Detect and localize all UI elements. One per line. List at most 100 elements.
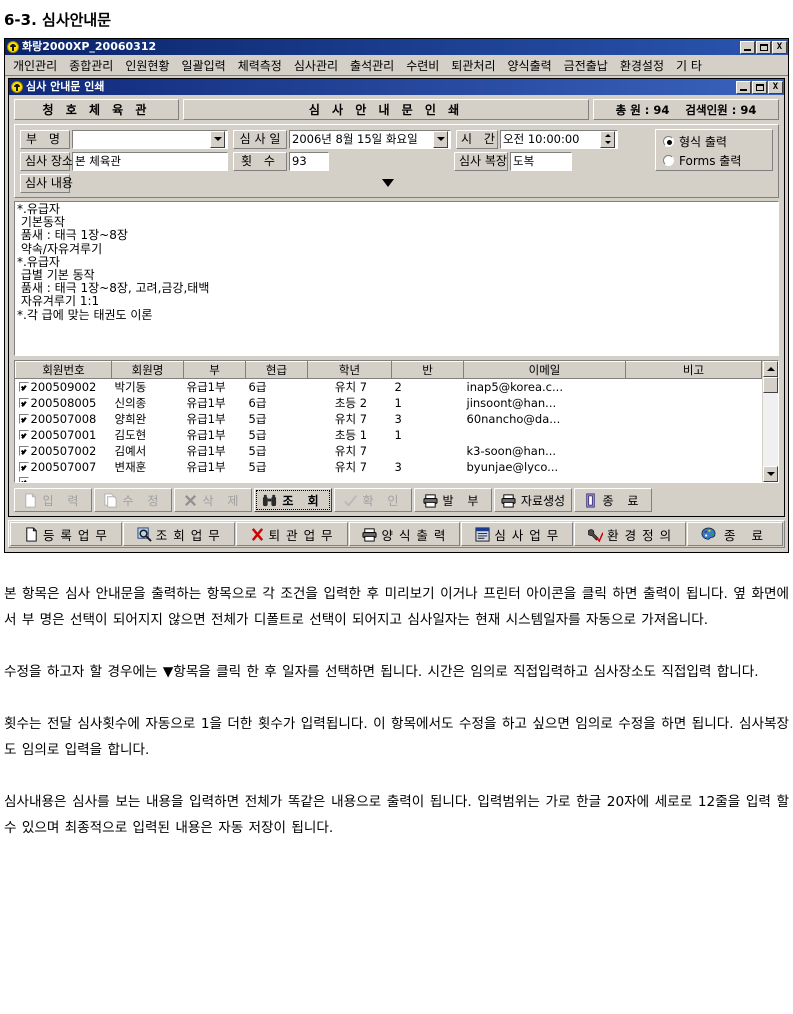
generate-data-button-label: 자료생성 — [520, 493, 566, 508]
scroll-down-icon[interactable] — [763, 466, 778, 482]
app-minimize-button[interactable] — [740, 40, 755, 54]
menu-item-fitness[interactable]: 체력측정 — [232, 55, 288, 76]
table-row[interactable]: 200508005 신의종 유급1부 6급 초등 2 1 jinsoont@ha… — [16, 395, 762, 411]
module-withdraw-button[interactable]: 퇴 관 업 무 — [235, 522, 348, 546]
radio-unselected-icon[interactable] — [663, 155, 674, 166]
scrollbar-track[interactable] — [763, 393, 778, 466]
time-field[interactable]: 오전 10:00:00 — [500, 129, 618, 149]
place-input[interactable]: 본 체육관 — [72, 151, 228, 171]
child-window-controls: X — [736, 80, 783, 94]
cell-member-no: 200507002 — [30, 444, 97, 458]
dept-combo[interactable] — [72, 129, 228, 149]
row-checkbox[interactable] — [18, 398, 29, 408]
menu-item-headcount[interactable]: 인원현황 — [119, 55, 175, 76]
row-checkbox[interactable] — [18, 477, 29, 482]
row-checkbox[interactable] — [18, 414, 29, 424]
col-dept[interactable]: 부 — [183, 361, 246, 379]
module-query-button[interactable]: 조 회 업 무 — [122, 522, 235, 546]
child-maximize-button[interactable] — [752, 80, 767, 94]
cell-email — [464, 427, 626, 443]
scrollbar-thumb[interactable] — [763, 377, 778, 393]
chevron-down-icon[interactable] — [210, 130, 225, 148]
menu-item-exam[interactable]: 심사관리 — [288, 55, 344, 76]
table-row[interactable]: 200509002 박기동 유급1부 6급 유치 7 2 inap5@korea… — [16, 379, 762, 396]
x-mark-icon — [184, 494, 196, 506]
wrench-check-icon — [588, 528, 604, 542]
radio-selected-icon[interactable] — [663, 136, 674, 147]
delete-button[interactable]: 삭 제 — [174, 488, 252, 512]
menu-item-forms[interactable]: 양식출력 — [502, 55, 558, 76]
col-note[interactable]: 비고 — [625, 361, 762, 379]
col-school-year[interactable]: 학년 — [307, 361, 392, 379]
modify-button[interactable]: 수 정 — [94, 488, 172, 512]
menu-item-personal[interactable]: 개인관리 — [7, 55, 63, 76]
chevron-down-icon[interactable] — [433, 130, 448, 148]
table-row[interactable]: 200507001 김도현 유급1부 5급 초등 1 1 — [16, 427, 762, 443]
input-button[interactable]: 입 력 — [14, 488, 92, 512]
child-minimize-button[interactable] — [736, 80, 751, 94]
menu-item-attendance[interactable]: 출석관리 — [344, 55, 400, 76]
exam-date-picker[interactable]: 2006년 8월 15일 화요일 — [289, 129, 451, 149]
time-spinner[interactable] — [600, 130, 615, 148]
col-email[interactable]: 이메일 — [463, 361, 626, 379]
time-label: 시 간 — [456, 129, 498, 149]
menu-item-fees[interactable]: 수련비 — [400, 55, 445, 76]
child-close-button[interactable]: X — [768, 80, 783, 94]
grid-vertical-scrollbar[interactable] — [762, 361, 778, 482]
cell-note — [626, 379, 762, 396]
menu-item-batch[interactable]: 일괄입력 — [176, 55, 232, 76]
app-maximize-button[interactable] — [756, 40, 771, 54]
module-form-print-button[interactable]: 양 식 출 력 — [348, 522, 461, 546]
row-checkbox[interactable] — [18, 446, 29, 456]
menu-item-general[interactable]: 종합관리 — [63, 55, 119, 76]
issue-button[interactable]: 발 부 — [414, 488, 492, 512]
module-query-label: 조 회 업 무 — [155, 527, 221, 543]
menu-item-withdraw[interactable]: 퇴관처리 — [445, 55, 501, 76]
cell-member-no: 200507001 — [30, 428, 97, 442]
input-button-label: 입 력 — [42, 493, 84, 508]
menu-item-cashbook[interactable]: 금전출납 — [558, 55, 614, 76]
menu-item-settings[interactable]: 환경설정 — [614, 55, 670, 76]
module-register-button[interactable]: 등 록 업 무 — [10, 522, 122, 546]
module-exit-button[interactable]: 종 료 — [687, 522, 783, 546]
query-button-label: 조 회 — [282, 493, 324, 508]
generate-data-button[interactable]: 자료생성 — [494, 488, 572, 512]
scroll-up-icon[interactable] — [763, 361, 778, 377]
radio-format-output[interactable]: 형식 출력 — [663, 132, 772, 151]
query-button[interactable]: 조 회 — [254, 488, 332, 512]
cell-class: 3 — [394, 460, 402, 474]
cell-grade: 5급 — [248, 460, 267, 474]
time-value: 오전 10:00:00 — [503, 131, 580, 146]
table-row[interactable]: 200507008 양희완 유급1부 5급 유치 7 3 60nancho@da… — [16, 411, 762, 427]
menu-item-etc[interactable]: 기 타 — [670, 55, 708, 76]
cell-dept: 유급1부 — [186, 412, 226, 426]
module-exam-button[interactable]: 심 사 업 무 — [461, 522, 574, 546]
delete-button-label: 삭 제 — [202, 493, 244, 508]
exit-button-label: 종 료 — [602, 493, 644, 508]
col-current-grade[interactable]: 현급 — [245, 361, 308, 379]
row-checkbox[interactable] — [18, 462, 29, 472]
module-form-print-label: 양 식 출 력 — [381, 527, 447, 543]
table-row[interactable]: 200507007 변재훈 유급1부 5급 유치 7 3 byunjae@lyc… — [16, 459, 762, 475]
cell-email: k3-soon@han... — [466, 444, 557, 458]
uniform-input[interactable]: 도복 — [510, 151, 572, 171]
col-member-name[interactable]: 회원명 — [111, 361, 184, 379]
exam-content-textarea[interactable]: *.유급자 기본동작 품새 : 태극 1장~8장 약속/자유겨루기 *.유급자 … — [14, 201, 779, 356]
magnifier-icon — [137, 526, 152, 542]
cell-member-name: 김예서 — [114, 444, 147, 458]
row-checkbox[interactable] — [18, 382, 29, 392]
table-row-partial[interactable] — [16, 475, 762, 482]
confirm-button[interactable]: 확 인 — [334, 488, 412, 512]
print-mode-radio-group: 형식 출력 Forms 출력 — [655, 129, 773, 171]
col-class[interactable]: 반 — [391, 361, 464, 379]
exit-button[interactable]: 종 료 — [574, 488, 652, 512]
table-row[interactable]: 200507002 김예서 유급1부 5급 유치 7 k3-soon@han..… — [16, 443, 762, 459]
radio-forms-output[interactable]: Forms 출력 — [663, 151, 772, 170]
module-env-config-button[interactable]: 환 경 정 의 — [574, 522, 687, 546]
row-checkbox[interactable] — [18, 430, 29, 440]
col-member-no[interactable]: 회원번호 — [15, 361, 112, 379]
exam-date-label: 심 사 일 — [233, 129, 287, 149]
count-input[interactable]: 93 — [289, 151, 329, 171]
expand-down-icon[interactable] — [381, 179, 394, 187]
app-close-button[interactable]: X — [772, 40, 787, 54]
